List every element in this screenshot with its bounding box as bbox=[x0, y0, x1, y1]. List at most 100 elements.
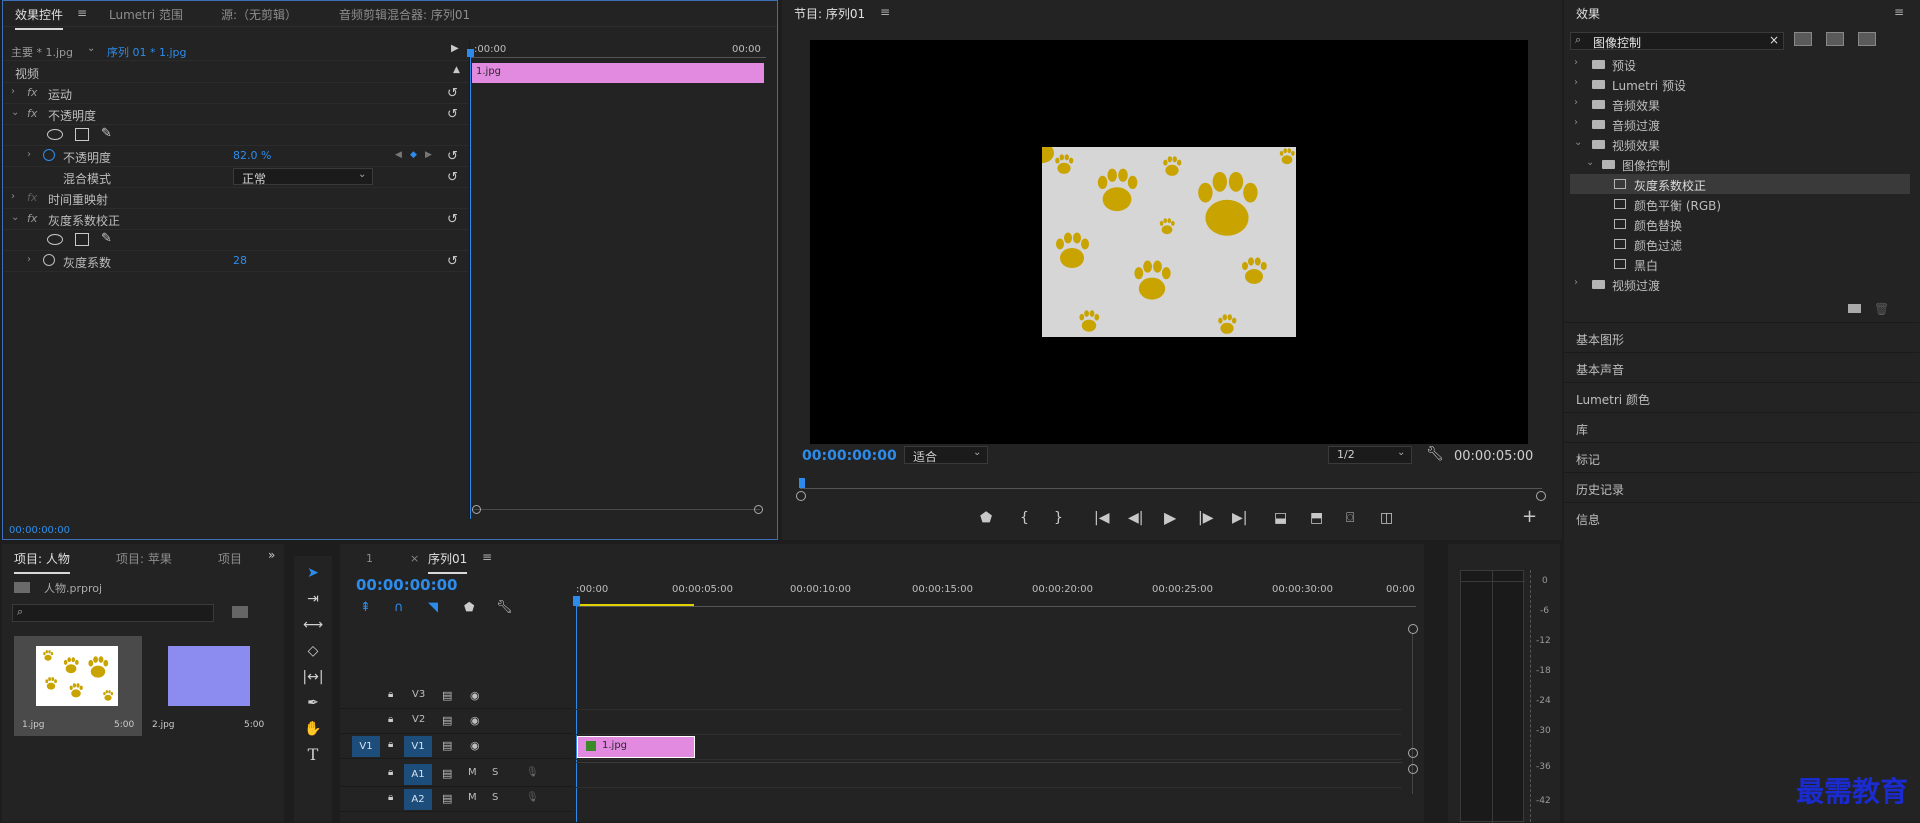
mark-out-icon[interactable]: } bbox=[1054, 510, 1063, 526]
add-button-icon[interactable]: + bbox=[1522, 506, 1537, 527]
slip-tool-icon[interactable]: |↔| bbox=[302, 666, 324, 688]
track-select-tool-icon[interactable]: ⇥ bbox=[302, 588, 324, 610]
scroll-handle-audio[interactable] bbox=[1408, 764, 1418, 774]
tab-project-people[interactable]: 项目: 人物 bbox=[14, 550, 70, 574]
effect-row-opacity[interactable]: ⌄ fx 不透明度 ↺ bbox=[3, 104, 469, 125]
go-to-in-icon[interactable]: |◀ bbox=[1094, 510, 1109, 526]
chevron-right-icon[interactable]: › bbox=[27, 254, 31, 265]
source-patch-v1[interactable]: V1 bbox=[352, 736, 380, 757]
tree-item-color-balance[interactable]: 颜色平衡 (RGB) bbox=[1570, 194, 1910, 214]
tab-project[interactable]: 项目 bbox=[218, 550, 242, 567]
tab-audio-clip-mixer[interactable]: 音频剪辑混合器: 序列01 bbox=[339, 6, 470, 23]
sync-lock-icon[interactable]: ▤ bbox=[442, 792, 452, 805]
chevron-right-icon[interactable]: › bbox=[1574, 117, 1578, 128]
playhead-handle[interactable] bbox=[467, 49, 474, 57]
clip-bar[interactable]: 1.jpg bbox=[472, 63, 764, 83]
hand-tool-icon[interactable]: ✋ bbox=[302, 718, 324, 740]
opacity-value[interactable]: 82.0 % bbox=[233, 149, 271, 162]
solo-button[interactable]: S bbox=[492, 767, 498, 778]
chevron-down-icon[interactable]: ⌄ bbox=[11, 107, 19, 118]
effects-title[interactable]: 效果 bbox=[1576, 5, 1600, 22]
wrench-icon[interactable]: 🔧︎ bbox=[496, 600, 513, 615]
ellipse-mask-icon[interactable] bbox=[47, 129, 63, 140]
chevron-right-icon[interactable]: › bbox=[11, 86, 15, 97]
next-keyframe-icon[interactable]: ▶ bbox=[425, 150, 432, 160]
chevron-right-icon[interactable]: › bbox=[1574, 97, 1578, 108]
section-essential-sound[interactable]: 基本声音 bbox=[1564, 352, 1919, 382]
stopwatch-icon[interactable] bbox=[43, 149, 55, 161]
play-icon[interactable]: ▶ bbox=[1164, 508, 1176, 527]
track-target-a1[interactable]: A1 bbox=[404, 764, 432, 785]
tree-item-color-replace[interactable]: 颜色替换 bbox=[1570, 214, 1910, 234]
panel-menu-icon[interactable]: ≡ bbox=[880, 5, 890, 19]
eye-icon[interactable]: ◉ bbox=[470, 689, 480, 702]
search-input[interactable]: 图像控制 bbox=[1593, 34, 1641, 51]
tree-item-video-effects[interactable]: ⌄ 视频效果 bbox=[1570, 134, 1910, 154]
sync-lock-icon[interactable]: ▤ bbox=[442, 689, 452, 702]
wrench-icon[interactable]: 🔧︎ bbox=[1426, 446, 1444, 462]
yuv-effects-icon[interactable] bbox=[1858, 32, 1876, 46]
reset-icon[interactable]: ↺ bbox=[447, 170, 458, 185]
stopwatch-icon[interactable] bbox=[43, 254, 55, 266]
reset-icon[interactable]: ↺ bbox=[447, 86, 458, 101]
clear-search-icon[interactable]: × bbox=[1769, 33, 1779, 47]
video-viewport[interactable] bbox=[810, 40, 1528, 444]
add-marker-icon[interactable]: ⬟ bbox=[464, 600, 474, 614]
scroll-handle-top[interactable] bbox=[1408, 624, 1418, 634]
mark-in-icon[interactable]: { bbox=[1020, 510, 1029, 526]
linked-selection-icon[interactable]: ◥ bbox=[428, 600, 438, 615]
chevron-down-icon[interactable]: ⌄ bbox=[87, 43, 95, 54]
tree-item-audio-transitions[interactable]: › 音频过渡 bbox=[1570, 114, 1910, 134]
comparison-view-icon[interactable]: ◫ bbox=[1380, 510, 1393, 526]
eye-icon[interactable]: ◉ bbox=[470, 714, 480, 727]
tab-lumetri-scopes[interactable]: Lumetri 范围 bbox=[109, 6, 183, 23]
sync-lock-icon[interactable]: ▤ bbox=[442, 767, 452, 780]
timeline-ruler[interactable]: :00:00 00:00:05:00 00:00:10:00 00:00:15:… bbox=[576, 584, 1416, 612]
scroll-handle-bottom[interactable] bbox=[1408, 748, 1418, 758]
chevron-down-icon[interactable]: ⌄ bbox=[11, 212, 19, 223]
nest-toggle-icon[interactable]: ⇞ bbox=[360, 600, 371, 615]
effect-controls-timecode[interactable]: 00:00:00:00 bbox=[9, 525, 70, 536]
add-marker-icon[interactable]: ⬟ bbox=[980, 510, 992, 526]
section-info[interactable]: 信息 bbox=[1564, 502, 1919, 532]
32-bit-effects-icon[interactable] bbox=[1826, 32, 1844, 46]
track-target-v1[interactable]: V1 bbox=[404, 736, 432, 757]
project-item-1[interactable]: 1.jpg 5:00 bbox=[14, 636, 142, 736]
selection-tool-icon[interactable]: ➤ bbox=[302, 562, 324, 584]
effect-row-motion[interactable]: › fx 运动 ↺ bbox=[3, 83, 469, 104]
playhead-handle[interactable] bbox=[799, 478, 805, 488]
panel-menu-icon[interactable]: ≡ bbox=[482, 550, 492, 564]
section-history[interactable]: 历史记录 bbox=[1564, 472, 1919, 502]
eye-icon[interactable]: ◉ bbox=[470, 739, 480, 752]
zoom-scrollbar[interactable] bbox=[474, 509, 760, 515]
work-area-bar[interactable] bbox=[576, 604, 694, 606]
collapse-up-icon[interactable]: ▲ bbox=[453, 65, 460, 75]
lift-icon[interactable]: ⬓ bbox=[1274, 510, 1287, 526]
effect-row-time-remap[interactable]: › fx 时间重映射 bbox=[3, 188, 469, 209]
close-tab-icon[interactable]: × bbox=[410, 552, 419, 565]
pen-mask-icon[interactable]: ✎ bbox=[101, 231, 112, 246]
program-monitor-title[interactable]: 节目: 序列01 bbox=[794, 5, 865, 22]
resolution-dropdown[interactable]: 1/2 ⌄ bbox=[1328, 446, 1412, 464]
tab-sequence-1[interactable]: 1 bbox=[366, 552, 373, 565]
lock-icon[interactable]: 🔒︎ bbox=[388, 739, 393, 750]
section-markers[interactable]: 标记 bbox=[1564, 442, 1919, 472]
section-lumetri-color[interactable]: Lumetri 颜色 bbox=[1564, 382, 1919, 412]
mute-button[interactable]: M bbox=[468, 792, 477, 803]
new-bin-icon[interactable] bbox=[1848, 304, 1861, 313]
tree-item-lumetri-presets[interactable]: › Lumetri 预设 bbox=[1570, 74, 1910, 94]
program-timecode[interactable]: 00:00:00:00 bbox=[802, 448, 897, 464]
gamma-value[interactable]: 28 bbox=[233, 254, 247, 267]
chevron-right-icon[interactable]: › bbox=[1574, 277, 1578, 288]
playhead-line[interactable] bbox=[470, 49, 471, 519]
accelerated-effects-icon[interactable] bbox=[1794, 32, 1812, 46]
zoom-handle-right[interactable] bbox=[1536, 491, 1546, 501]
microphone-icon[interactable]: 🎙︎ bbox=[526, 767, 539, 778]
project-search[interactable]: ⌕ bbox=[12, 604, 214, 622]
tab-effect-controls[interactable]: 效果控件 bbox=[15, 6, 64, 30]
lock-icon[interactable]: 🔒︎ bbox=[388, 792, 393, 803]
find-icon[interactable] bbox=[232, 606, 248, 618]
fx-icon[interactable]: fx bbox=[27, 86, 37, 99]
effects-search[interactable]: ⌕ 图像控制 × bbox=[1570, 32, 1784, 50]
tree-item-gamma-correction[interactable]: 灰度系数校正 bbox=[1570, 174, 1910, 194]
